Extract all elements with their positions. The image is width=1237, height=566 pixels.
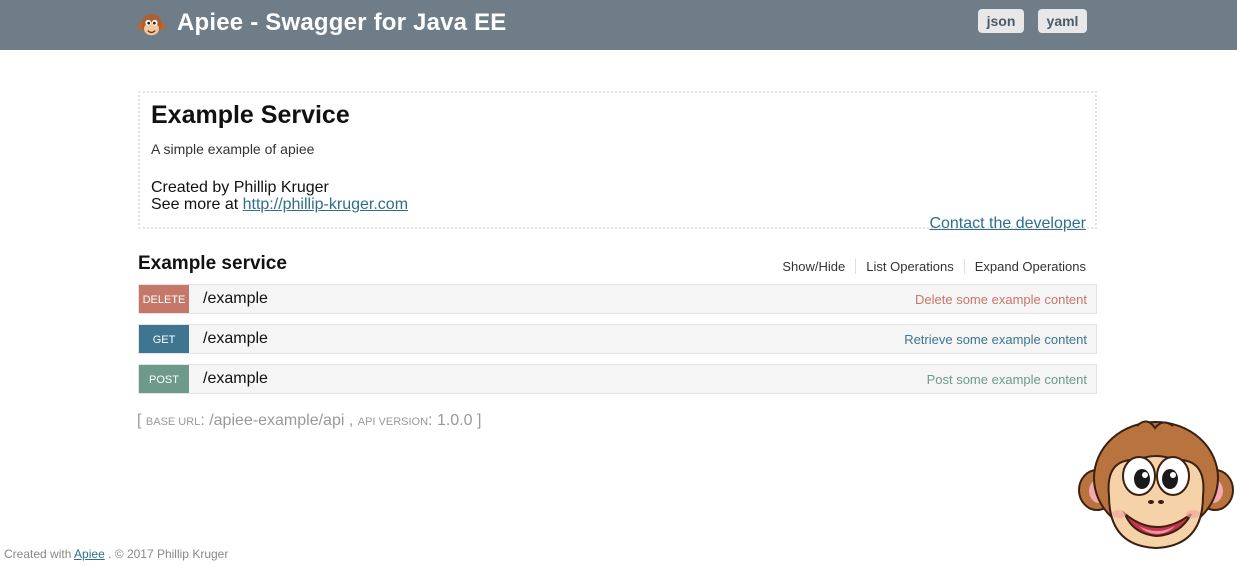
service-info-box: Example Service A simple example of apie…	[138, 91, 1097, 232]
operation-delete[interactable]: DELETE /example Delete some example cont…	[138, 284, 1097, 314]
credit-suffix: . © 2017 Phillip Kruger	[108, 547, 229, 561]
top-header: Apiee - Swagger for Java EE json yaml	[0, 0, 1237, 50]
yaml-button[interactable]: yaml	[1038, 9, 1087, 33]
created-by-text: Created by Phillip Kruger	[151, 179, 329, 196]
service-contact: Created by Phillip Kruger See more at ht…	[151, 179, 408, 213]
operation-summary[interactable]: Post some example content	[927, 372, 1087, 387]
operation-path[interactable]: /example	[203, 290, 268, 308]
operation-post[interactable]: POST /example Post some example content	[138, 364, 1097, 394]
resource-name[interactable]: Example service	[138, 253, 287, 275]
website-link[interactable]: http://phillip-kruger.com	[243, 196, 408, 213]
method-badge-get[interactable]: GET	[139, 325, 189, 353]
api-version-value: 1.0.0	[436, 412, 473, 429]
api-info-footer: [ BASE URL: /apiee-example/api , API VER…	[137, 412, 482, 429]
credit-footer: Created with Apiee . © 2017 Phillip Krug…	[4, 547, 228, 561]
api-version-label: API VERSION	[357, 416, 429, 428]
operation-path[interactable]: /example	[203, 330, 268, 348]
method-badge-post[interactable]: POST	[139, 365, 189, 393]
method-badge-delete[interactable]: DELETE	[139, 285, 189, 313]
monkey-mascot-icon	[1078, 420, 1234, 550]
json-button[interactable]: json	[978, 9, 1024, 33]
show-hide-link[interactable]: Show/Hide	[772, 259, 857, 274]
monkey-logo-icon	[137, 13, 166, 36]
base-url-value: /apiee-example/api	[209, 412, 345, 429]
app-title: Apiee - Swagger for Java EE	[177, 9, 507, 36]
apiee-link[interactable]: Apiee	[74, 547, 105, 561]
see-more-line: See more at http://phillip-kruger.com	[151, 196, 408, 213]
service-title: Example Service	[151, 101, 350, 129]
contact-developer-link[interactable]: Contact the developer	[929, 215, 1086, 233]
operation-get[interactable]: GET /example Retrieve some example conte…	[138, 324, 1097, 354]
list-operations-link[interactable]: List Operations	[856, 259, 965, 274]
resource-actions: Show/Hide List Operations Expand Operation…	[772, 259, 1086, 274]
operation-summary[interactable]: Delete some example content	[915, 292, 1087, 307]
operation-path[interactable]: /example	[203, 370, 268, 388]
base-url-label: BASE URL	[145, 416, 201, 428]
service-description: A simple example of apiee	[151, 141, 315, 157]
credit-prefix: Created with	[4, 547, 72, 561]
see-more-prefix: See more at	[151, 196, 239, 213]
expand-operations-link[interactable]: Expand Operations	[965, 259, 1086, 274]
operation-summary[interactable]: Retrieve some example content	[904, 332, 1087, 347]
